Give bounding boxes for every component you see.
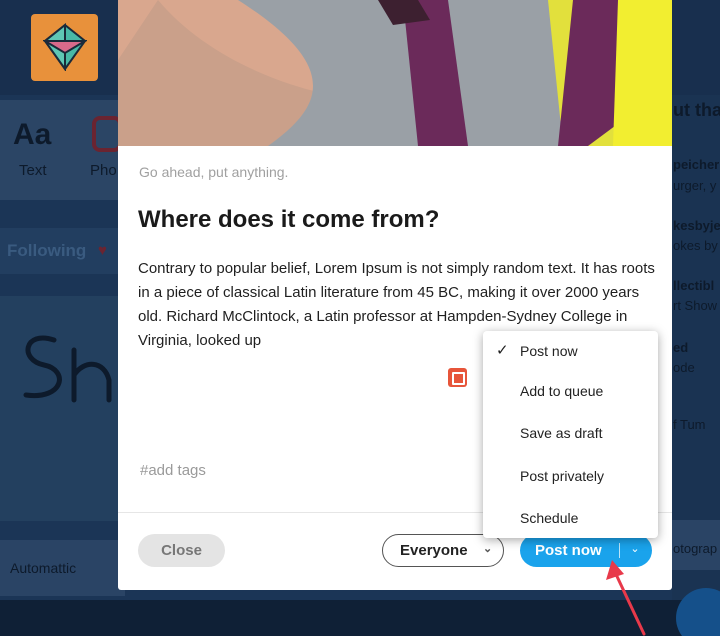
caption-placeholder[interactable]: Go ahead, put anything. [139, 164, 288, 180]
sidebar-item: rt Show [673, 298, 718, 313]
image-icon[interactable] [448, 368, 467, 387]
diamond-logo-icon [43, 23, 87, 71]
menu-item-label: Post privately [520, 468, 605, 484]
menu-item-label: Add to queue [520, 383, 604, 399]
chevron-down-icon: ⌄ [483, 543, 493, 555]
sidebar-item: okes by [673, 238, 718, 253]
tab-following[interactable]: Following [7, 241, 86, 261]
menu-item-label: Save as draft [520, 425, 603, 441]
sidebar-item: peicher [673, 157, 720, 172]
heart-icon: ♥ [98, 242, 107, 259]
sidebar-item: llectibl [673, 278, 715, 293]
close-button[interactable]: Close [138, 534, 225, 567]
sidebar-item: otograp [673, 541, 718, 556]
post-options-menu: ✓ Post now Add to queue Save as draft Po… [483, 331, 658, 538]
sidebar-item: ed [673, 340, 689, 355]
post-now-label: Post now [535, 542, 602, 559]
post-photo [118, 0, 672, 146]
menu-item-schedule[interactable]: Schedule [483, 498, 658, 538]
photo-image [118, 0, 672, 146]
menu-item-add-to-queue[interactable]: Add to queue [483, 371, 658, 411]
checkmark-icon: ✓ [496, 342, 509, 359]
sidebar-item: urger, y [673, 178, 717, 193]
sidebar-item: ode [673, 360, 695, 375]
menu-item-label: Schedule [520, 510, 579, 526]
sidebar-item: kesbyje [673, 218, 720, 233]
menu-item-post-privately[interactable]: Post privately [483, 456, 658, 496]
audience-select[interactable]: Everyone ⌄ [382, 534, 504, 567]
sidebar-link: f Tum [673, 417, 706, 432]
blog-name: Automattic [10, 560, 77, 576]
sidebar-heading: ut tha [673, 100, 720, 120]
menu-item-post-now[interactable]: ✓ Post now [483, 331, 658, 371]
arrow-annotation-icon [606, 560, 646, 636]
chevron-down-icon[interactable]: ⌄ [625, 542, 645, 555]
text-post-icon[interactable]: Aa [13, 118, 51, 152]
photo-post-label[interactable]: Pho [90, 162, 117, 179]
text-post-label[interactable]: Text [19, 162, 47, 179]
post-heading[interactable]: Where does it come from? [138, 206, 439, 234]
menu-item-label: Post now [520, 343, 578, 359]
app-logo[interactable] [31, 14, 98, 81]
handwriting-image [23, 335, 112, 403]
audience-label: Everyone [400, 542, 468, 559]
menu-item-save-as-draft[interactable]: Save as draft [483, 413, 658, 453]
tags-input[interactable] [140, 462, 440, 479]
